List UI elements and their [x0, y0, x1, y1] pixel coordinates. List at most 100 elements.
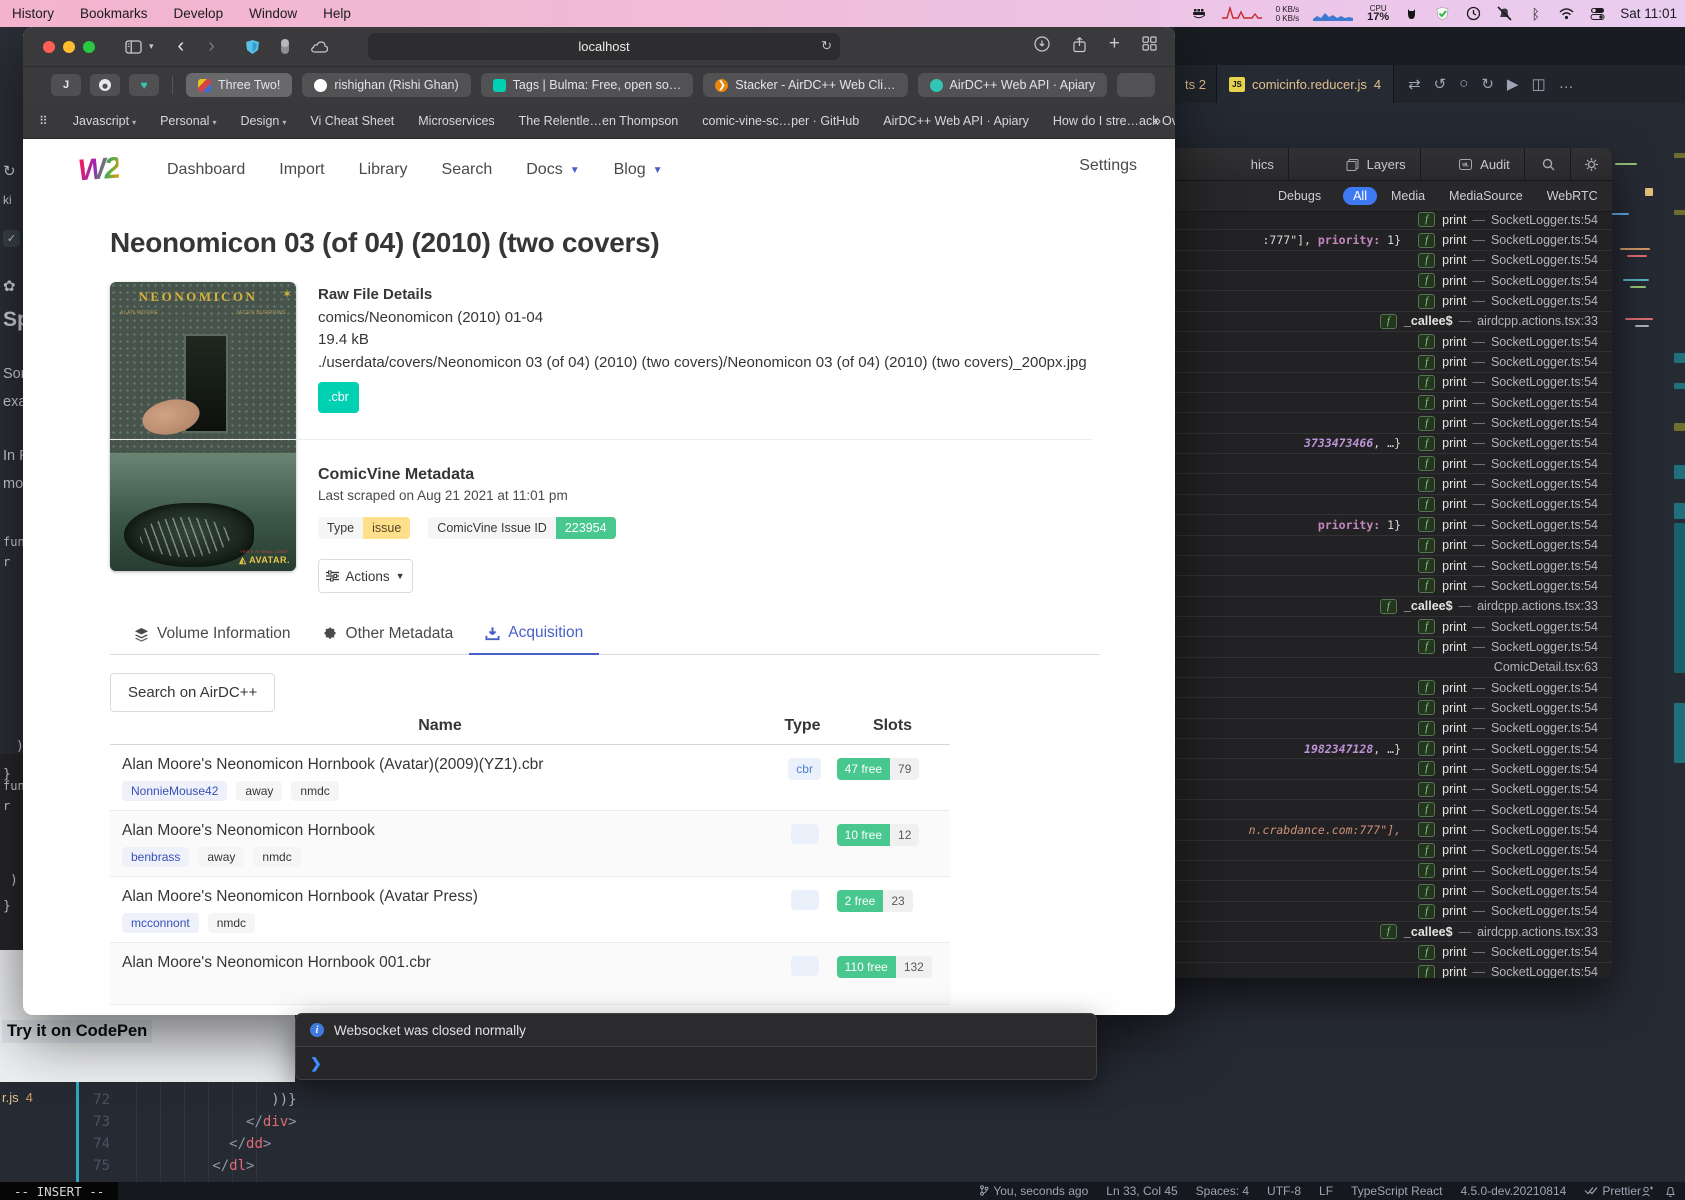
menu-item-bookmarks[interactable]: Bookmarks — [80, 6, 148, 21]
codepen-link[interactable]: Try it on CodePen — [2, 1020, 152, 1043]
table-row[interactable]: Alan Moore's Neonomicon Hornbook (Avatar… — [110, 877, 950, 943]
tab-layers[interactable]: Layers — [1289, 148, 1421, 180]
favorite-airdc++[interactable]: AirDC++ Web API · Apiary — [918, 73, 1108, 97]
status-typescript-react[interactable]: TypeScript React — [1351, 1184, 1442, 1198]
minimize-window-button[interactable] — [63, 41, 75, 53]
favorite-three[interactable]: Three Two! — [186, 73, 292, 97]
status-ln-33-col-45[interactable]: Ln 33, Col 45 — [1106, 1184, 1177, 1198]
cpu-graph-icon[interactable] — [1313, 6, 1353, 21]
nav-library[interactable]: Library — [359, 161, 408, 179]
log-source-link[interactable]: SocketLogger.ts:54 — [1491, 782, 1598, 796]
sidebar-chevron-icon[interactable]: ▾ — [149, 41, 154, 52]
log-source-link[interactable]: SocketLogger.ts:54 — [1491, 416, 1598, 430]
log-source-link[interactable]: SocketLogger.ts:54 — [1491, 559, 1598, 573]
log-source-link[interactable]: airdcpp.actions.tsx:33 — [1477, 925, 1598, 939]
menu-item-develop[interactable]: Develop — [174, 6, 224, 21]
log-source-link[interactable]: SocketLogger.ts:54 — [1491, 436, 1598, 450]
share-icon[interactable] — [1072, 36, 1087, 57]
inspector-search-icon[interactable] — [1525, 148, 1571, 180]
bookmark-comicvinescper[interactable]: comic-vine-sc…per · GitHub — [702, 114, 859, 128]
log-source-link[interactable]: SocketLogger.ts:54 — [1491, 884, 1598, 898]
more-actions-icon[interactable]: … — [1559, 75, 1574, 93]
log-source-link[interactable]: SocketLogger.ts:54 — [1491, 864, 1598, 878]
menu-item-window[interactable]: Window — [249, 6, 297, 21]
status-you-seconds-ago[interactable]: You, seconds ago — [979, 1184, 1088, 1198]
log-source-link[interactable]: SocketLogger.ts:54 — [1491, 965, 1598, 978]
wifi-icon[interactable] — [1558, 5, 1575, 22]
site-logo[interactable]: W2 — [77, 152, 120, 189]
bookmark-the[interactable]: The Relentle…en Thompson — [519, 114, 679, 128]
back-button[interactable]: ‹ — [178, 35, 185, 58]
bookmarks-overflow-chevron[interactable]: » — [1154, 113, 1161, 128]
status-lf[interactable]: LF — [1319, 1184, 1333, 1198]
log-source-link[interactable]: SocketLogger.ts:54 — [1491, 843, 1598, 857]
log-source-link[interactable]: SocketLogger.ts:54 — [1491, 294, 1598, 308]
bitwarden-extension-icon[interactable] — [245, 39, 260, 55]
nav-docs[interactable]: Docs▼ — [526, 161, 579, 179]
log-source-link[interactable]: SocketLogger.ts:54 — [1491, 640, 1598, 654]
bookmark-personal[interactable]: Personal▾ — [160, 114, 216, 128]
network-graph-icon[interactable] — [1222, 6, 1262, 21]
log-source-link[interactable]: SocketLogger.ts:54 — [1491, 477, 1598, 491]
tab-audit[interactable]: Audit — [1421, 148, 1525, 180]
table-row[interactable]: Alan Moore's Neonomicon Hornbookbenbrass… — [110, 811, 950, 877]
tab-overview-icon[interactable] — [1142, 36, 1157, 57]
actions-button[interactable]: Actions ▼ — [318, 559, 413, 593]
menu-item-history[interactable]: History — [12, 6, 54, 21]
log-source-link[interactable]: SocketLogger.ts:54 — [1491, 538, 1598, 552]
table-row[interactable]: Alan Moore's Neonomicon Hornbook 001.cbr… — [110, 943, 950, 1005]
favorite-rishighan[interactable]: rishighan (Rishi Ghan) — [302, 73, 470, 97]
docker-icon[interactable] — [1191, 5, 1208, 22]
bluetooth-icon[interactable]: ᛒ — [1527, 5, 1544, 22]
log-source-link[interactable]: SocketLogger.ts:54 — [1491, 233, 1598, 247]
log-source-link[interactable]: SocketLogger.ts:54 — [1491, 355, 1598, 369]
tab-other-metadata[interactable]: Other Metadata — [307, 615, 470, 655]
log-source-link[interactable]: SocketLogger.ts:54 — [1491, 375, 1598, 389]
log-source-link[interactable]: airdcpp.actions.tsx:33 — [1477, 599, 1598, 613]
nav-search[interactable]: Search — [442, 161, 493, 179]
nav-settings[interactable]: Settings — [1079, 157, 1137, 175]
nav-blog[interactable]: Blog▼ — [614, 161, 663, 179]
bookmark-heart[interactable]: ♥ — [129, 74, 159, 96]
bell-icon[interactable] — [1664, 1185, 1677, 1198]
log-source-link[interactable]: SocketLogger.ts:54 — [1491, 823, 1598, 837]
inspector-settings-icon[interactable] — [1571, 148, 1612, 180]
log-source-link[interactable]: SocketLogger.ts:54 — [1491, 681, 1598, 695]
log-source-link[interactable]: SocketLogger.ts:54 — [1491, 253, 1598, 267]
control-center-icon[interactable] — [1589, 5, 1606, 22]
log-source-link[interactable]: SocketLogger.ts:54 — [1491, 762, 1598, 776]
log-source-link[interactable]: ComicDetail.tsx:63 — [1494, 660, 1598, 674]
sidebar-toggle-icon[interactable] — [125, 40, 142, 54]
bookmark-github[interactable] — [90, 74, 120, 96]
bookmark-design[interactable]: Design▾ — [240, 114, 286, 128]
status-4-5-0-dev-20210814[interactable]: 4.5.0-dev.20210814 — [1460, 1184, 1566, 1198]
log-source-link[interactable]: SocketLogger.ts:54 — [1491, 620, 1598, 634]
time-machine-icon[interactable] — [1465, 5, 1482, 22]
new-tab-icon[interactable]: + — [1109, 36, 1120, 57]
table-row[interactable]: Alan Moore's Neonomicon Hornbook (Avatar… — [110, 745, 950, 811]
status-utf-8[interactable]: UTF-8 — [1267, 1184, 1301, 1198]
search-airdc-button[interactable]: Search on AirDC++ — [110, 673, 275, 712]
nav-dashboard[interactable]: Dashboard — [167, 161, 245, 179]
log-source-link[interactable]: SocketLogger.ts:54 — [1491, 518, 1598, 532]
favorite-partial[interactable] — [1117, 73, 1155, 97]
menu-item-help[interactable]: Help — [323, 6, 351, 21]
cat-menu-icon[interactable] — [1403, 5, 1420, 22]
git-compare-icon[interactable]: ⇄ — [1408, 75, 1421, 93]
tab-volume-information[interactable]: Volume Information — [118, 615, 307, 655]
bookmarks-grid-icon[interactable]: ⠿ — [39, 114, 49, 128]
log-source-link[interactable]: SocketLogger.ts:54 — [1491, 274, 1598, 288]
status-spaces-4[interactable]: Spaces: 4 — [1196, 1184, 1249, 1198]
shield-check-icon[interactable] — [1434, 5, 1451, 22]
favorite-tags[interactable]: Tags | Bulma: Free, open so… — [481, 73, 694, 97]
filter-prefix[interactable]: Debugs — [1278, 189, 1321, 203]
console-prompt[interactable]: ❯ — [296, 1047, 1096, 1079]
status-prettier[interactable]: Prettier — [1584, 1184, 1641, 1198]
filter-media[interactable]: Media — [1381, 187, 1435, 205]
log-source-link[interactable]: SocketLogger.ts:54 — [1491, 904, 1598, 918]
log-source-link[interactable]: SocketLogger.ts:54 — [1491, 457, 1598, 471]
log-source-link[interactable]: SocketLogger.ts:54 — [1491, 396, 1598, 410]
redo-icon[interactable]: ↻ — [1481, 75, 1494, 93]
filter-webrtc[interactable]: WebRTC — [1537, 187, 1608, 205]
notifications-off-icon[interactable] — [1496, 5, 1513, 22]
